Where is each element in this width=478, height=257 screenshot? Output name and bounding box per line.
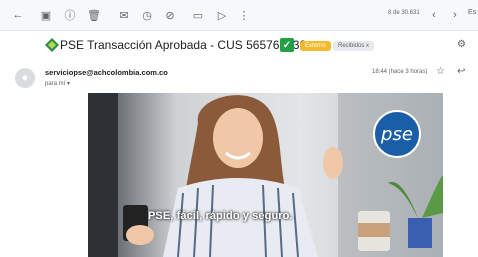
checkmark-icon: ✓ bbox=[280, 38, 294, 52]
email-toolbar: ← ▣ ⓘ 🗑 ✉ ◷ ⊘ ▭ ▷ ⋮ 8 de 30.631 ‹ › Es bbox=[0, 0, 478, 31]
report-icon[interactable]: ⓘ bbox=[62, 7, 78, 23]
snooze-icon[interactable]: ◷ bbox=[139, 7, 155, 23]
email-time: 18:44 (hace 3 horas) bbox=[372, 69, 428, 75]
pse-logo-text: pse bbox=[381, 123, 413, 145]
label-externo[interactable]: Externo bbox=[300, 41, 331, 51]
archive-icon[interactable]: ▣ bbox=[38, 7, 54, 23]
language-indicator[interactable]: Es bbox=[468, 9, 476, 16]
move-icon[interactable]: ▭ bbox=[190, 7, 206, 23]
more-icon[interactable]: ⋮ bbox=[236, 7, 252, 23]
label-recibidos[interactable]: Recibidos x bbox=[333, 41, 375, 51]
pagination-text: 8 de 30.631 bbox=[388, 10, 420, 16]
mark-unread-icon[interactable]: ✉ bbox=[116, 7, 132, 23]
label-icon[interactable]: ▷ bbox=[214, 7, 230, 23]
chevron-right-icon[interactable]: › bbox=[447, 7, 463, 23]
recipient-dropdown[interactable]: para mí ▾ bbox=[45, 80, 70, 87]
print-icon[interactable]: ⚙ bbox=[457, 39, 469, 51]
pse-banner-image: pse PSE, fácil, rápido y seguro. bbox=[88, 93, 443, 257]
avatar: ● bbox=[15, 68, 35, 88]
sender-email[interactable]: serviciopse@achcolombia.com.co bbox=[45, 68, 168, 77]
pse-logo: pse bbox=[373, 110, 421, 158]
delete-icon[interactable]: 🗑 bbox=[86, 7, 102, 23]
pse-diamond-icon bbox=[45, 38, 59, 52]
reply-icon[interactable]: ↩ bbox=[457, 66, 465, 77]
star-icon[interactable]: ☆ bbox=[436, 66, 445, 77]
chevron-left-icon[interactable]: ‹ bbox=[426, 7, 442, 23]
add-task-icon[interactable]: ⊘ bbox=[162, 7, 178, 23]
email-subject: PSE Transacción Aprobada - CUS 565761632 bbox=[60, 38, 307, 52]
subject-row: PSE Transacción Aprobada - CUS 565761632… bbox=[0, 33, 478, 59]
banner-tagline: PSE, fácil, rápido y seguro. bbox=[148, 210, 293, 222]
back-icon[interactable]: ← bbox=[10, 7, 26, 23]
